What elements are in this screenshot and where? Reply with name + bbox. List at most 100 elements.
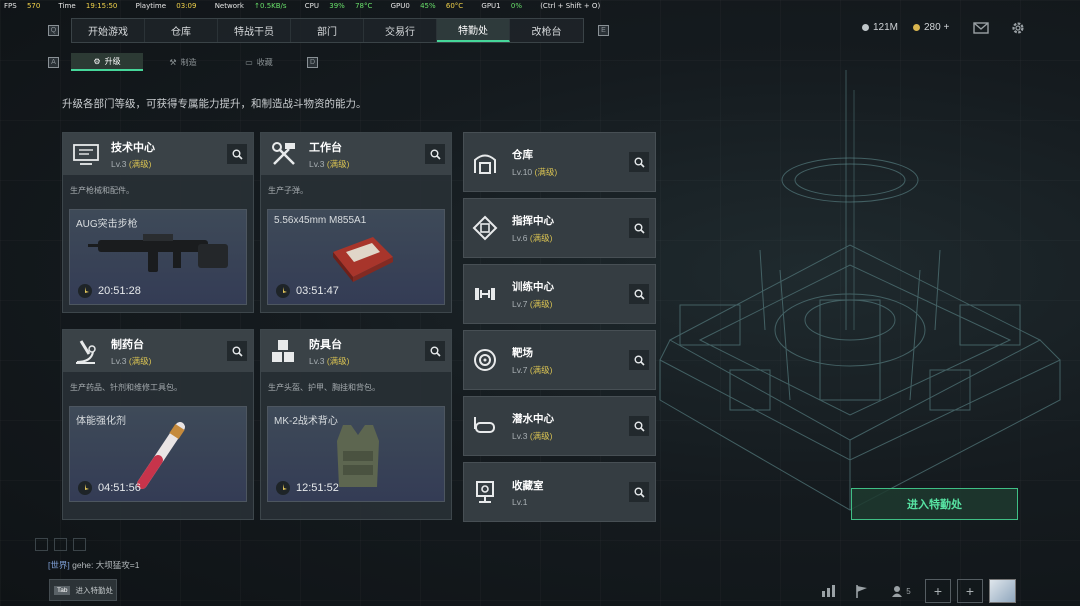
subtab-collection-label: 收藏 (256, 57, 273, 67)
inspect-button[interactable] (425, 341, 445, 361)
gold-currency[interactable]: 280 + (913, 22, 949, 33)
target-icon (474, 349, 496, 371)
chat-message: 大坝猛攻=1 (95, 560, 140, 570)
card-tech-center[interactable]: 技术中心 Lv.3 (满级) 生产枪械和配件。 AUG突击步枪 20:51:28 (62, 132, 254, 313)
card-title: 技术中心 (111, 141, 155, 154)
silver-currency[interactable]: 121M (862, 22, 898, 33)
max-level-badge: (满级) (326, 158, 350, 169)
card-header: 工作台 Lv.3 (满级) (261, 133, 451, 175)
friends-button[interactable]: 5 (883, 580, 919, 602)
inspect-button[interactable] (629, 350, 649, 370)
card-diving-center[interactable]: 潜水中心 Lv.3 (满级) (463, 396, 656, 456)
cpu-label: CPU (304, 2, 320, 10)
card-command-center[interactable]: 指挥中心 Lv.6 (满级) (463, 198, 656, 258)
card-level: Lv.6 (满级) (512, 232, 554, 244)
tab-key: Tab (54, 585, 71, 595)
nav-prev-key[interactable]: Q (48, 25, 59, 36)
gold-amount: 280 + (924, 22, 950, 33)
production-slot[interactable]: MK-2战术背心 12:51:52 (267, 406, 445, 502)
network-label: Network (214, 2, 244, 10)
subnav-next-key[interactable]: D (307, 56, 318, 68)
card-training-center[interactable]: 训练中心 Lv.7 (满级) (463, 264, 656, 324)
max-level-badge: (满级) (534, 166, 558, 177)
blocks-icon (272, 340, 294, 362)
subtab-upgrade[interactable]: ⚙ 升级 (71, 53, 143, 71)
playtime-label: Playtime (135, 2, 167, 10)
max-level-badge: (满级) (529, 430, 553, 441)
level-value: Lv.3 (512, 430, 528, 441)
tab-departments[interactable]: 部门 (291, 19, 364, 42)
tab-warehouse[interactable]: 仓库 (145, 19, 218, 42)
performance-overlay: FPS 570 Time 19:15:50 Playtime 03:09 Net… (4, 2, 608, 12)
card-collection-room[interactable]: 收藏室 Lv.1 (463, 462, 656, 522)
card-workbench[interactable]: 工作台 Lv.3 (满级) 生产子弹。 5.56x45mm M855A1 03:… (260, 132, 452, 313)
subtab-collection[interactable]: ▭ 收藏 (223, 53, 295, 71)
collection-icon: ▭ (245, 57, 253, 67)
tab-operators[interactable]: 特战干员 (218, 19, 291, 42)
search-icon (634, 289, 645, 300)
silver-coin-icon (862, 24, 869, 31)
card-level: Lv.3 (满级) (512, 430, 554, 442)
level-value: Lv.3 (309, 355, 325, 366)
inspect-button[interactable] (629, 152, 649, 172)
gpu0-temp: 60°C (445, 2, 464, 10)
tab-gunsmith[interactable]: 改枪台 (510, 19, 583, 42)
cpu-usage: 39% (329, 2, 345, 10)
tab-start-game[interactable]: 开始游戏 (72, 19, 145, 42)
tab-shortcut-hint[interactable]: Tab 进入特勤处 (49, 579, 117, 601)
inspect-button[interactable] (227, 144, 247, 164)
product-name: MK-2战术背心 (274, 416, 338, 427)
production-timer: 12:51:52 (276, 481, 339, 495)
inspect-button[interactable] (629, 482, 649, 502)
flag-icon[interactable] (849, 580, 875, 602)
main-nav: Q 开始游戏 仓库 特战干员 部门 交易行 特勤处 改枪台 E (48, 18, 609, 43)
subnav-prev-key[interactable]: A (48, 56, 59, 68)
add-slot-button[interactable]: + (957, 579, 983, 603)
tab-trading[interactable]: 交易行 (364, 19, 437, 42)
search-icon (634, 355, 645, 366)
level-value: Lv.3 (111, 158, 127, 169)
inspect-button[interactable] (629, 416, 649, 436)
card-armor-bench[interactable]: 防具台 Lv.3 (满级) 生产头盔、护甲、胸挂和背包。 MK-2战术背心 12… (260, 329, 452, 520)
stats-icon[interactable] (815, 580, 841, 602)
chat-line[interactable]: [世界] gehe: 大坝猛攻=1 (48, 559, 139, 571)
production-slot[interactable]: 5.56x45mm M855A1 03:51:47 (267, 209, 445, 305)
timer-icon (78, 481, 92, 495)
card-shooting-range[interactable]: 靶场 Lv.7 (满级) (463, 330, 656, 390)
subtab-craft[interactable]: ⚒ 制造 (147, 53, 219, 71)
search-icon (634, 487, 645, 498)
gpu1-usage: 0% (510, 2, 522, 10)
gpu1-label: GPU1 (481, 2, 501, 10)
settings-gear-icon[interactable] (1009, 20, 1027, 36)
playtime-value: 03:09 (176, 2, 197, 10)
inspect-button[interactable] (629, 218, 649, 238)
card-level: Lv.7 (满级) (512, 298, 554, 310)
microscope-icon (76, 340, 96, 364)
search-icon (634, 421, 645, 432)
time-label: Time (58, 2, 76, 10)
production-slot[interactable]: 体能强化剂 04:51:56 (69, 406, 247, 502)
production-slot[interactable]: AUG突击步枪 20:51:28 (69, 209, 247, 305)
mail-icon[interactable] (972, 20, 990, 36)
card-title: 训练中心 (512, 280, 554, 293)
level-value: Lv.3 (309, 158, 325, 169)
inspect-button[interactable] (227, 341, 247, 361)
nav-next-key[interactable]: E (598, 25, 609, 36)
page-description: 升级各部门等级，可获得专属能力提升，和制造战斗物资的能力。 (62, 98, 367, 110)
inspect-button[interactable] (629, 284, 649, 304)
search-icon (430, 149, 441, 160)
player-avatar[interactable] (989, 579, 1016, 603)
card-level: Lv.3 (满级) (111, 355, 151, 367)
card-warehouse[interactable]: 仓库 Lv.10 (满级) (463, 132, 656, 192)
max-level-badge: (满级) (128, 355, 152, 366)
enter-special-ops-button[interactable]: 进入特勤处 (851, 488, 1018, 520)
card-pharmacy[interactable]: 制药台 Lv.3 (满级) 生产药品、针剂和维修工具包。 体能强化剂 04:51… (62, 329, 254, 520)
chat-user: gehe (72, 560, 92, 570)
add-slot-button[interactable]: + (925, 579, 951, 603)
card-level: Lv.3 (满级) (309, 158, 349, 170)
production-timer: 04:51:56 (78, 481, 141, 495)
cpu-temp: 78°C (355, 2, 373, 10)
tab-special-ops[interactable]: 特勤处 (437, 19, 510, 42)
main-tabs: 开始游戏 仓库 特战干员 部门 交易行 特勤处 改枪台 (71, 18, 584, 43)
inspect-button[interactable] (425, 144, 445, 164)
